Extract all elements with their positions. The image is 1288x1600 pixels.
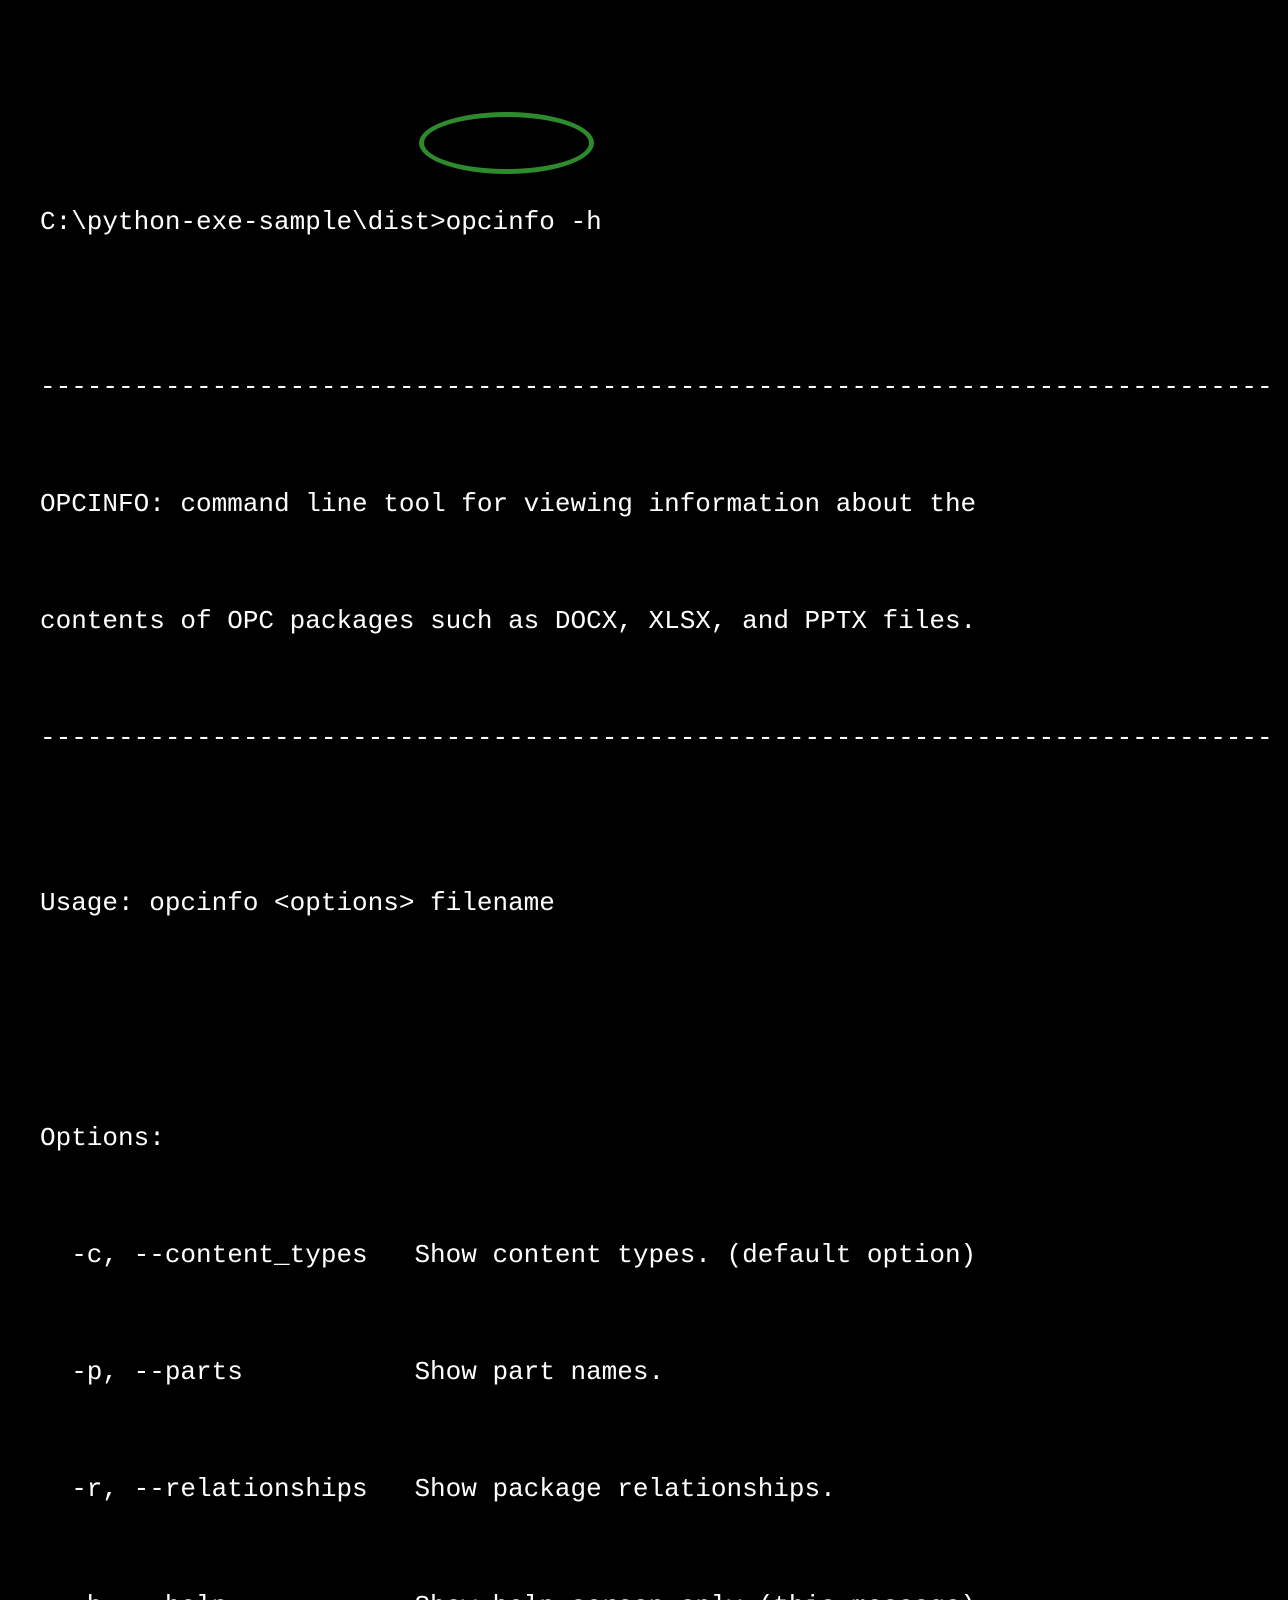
- option-flags: -p, --parts: [40, 1353, 414, 1392]
- command-prompt-line[interactable]: C:\python-exe-sample\dist>opcinfo -h: [40, 203, 1248, 242]
- option-description: Show package relationships.: [414, 1474, 835, 1504]
- option-flags: -c, --content_types: [40, 1236, 414, 1275]
- terminal-output: C:\python-exe-sample\dist>opcinfo -h ---…: [40, 125, 1248, 1600]
- usage-line: Usage: opcinfo <options> filename: [40, 884, 1248, 923]
- highlight-ellipse-annotation: [419, 112, 594, 174]
- option-description: Show content types. (default option): [414, 1240, 976, 1270]
- option-row: -r, --relationshipsShow package relation…: [40, 1470, 1248, 1509]
- divider-bottom: ----------------------------------------…: [40, 719, 1248, 758]
- option-description: Show part names.: [414, 1357, 664, 1387]
- option-flags: -r, --relationships: [40, 1470, 414, 1509]
- option-description: Show help screen only (this message).: [414, 1591, 991, 1600]
- command-text: opcinfo -h: [446, 207, 602, 237]
- prompt-path: C:\python-exe-sample\dist>: [40, 207, 446, 237]
- tool-description-line1: OPCINFO: command line tool for viewing i…: [40, 485, 1248, 524]
- options-header: Options:: [40, 1119, 1248, 1158]
- divider-top: ----------------------------------------…: [40, 368, 1248, 407]
- tool-description-line2: contents of OPC packages such as DOCX, X…: [40, 602, 1248, 641]
- option-row: -h, --helpShow help screen only (this me…: [40, 1587, 1248, 1600]
- option-flags: -h, --help: [40, 1587, 414, 1600]
- option-row: -p, --partsShow part names.: [40, 1353, 1248, 1392]
- option-row: -c, --content_typesShow content types. (…: [40, 1236, 1248, 1275]
